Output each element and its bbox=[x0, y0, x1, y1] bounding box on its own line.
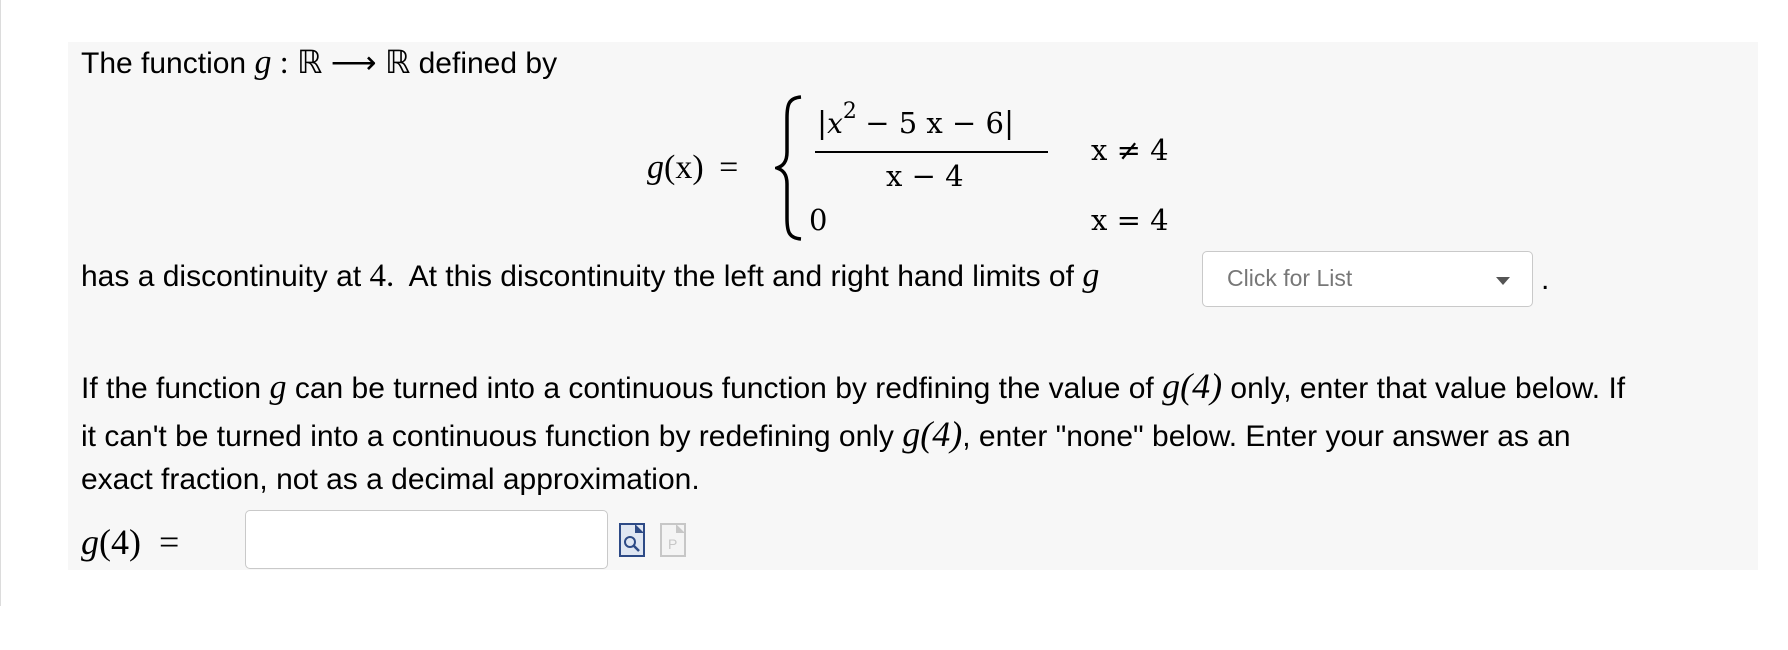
paste-icon[interactable]: P bbox=[660, 523, 686, 557]
intro-arrow: ⟶ bbox=[330, 44, 377, 80]
answer-label: g(4) = bbox=[81, 520, 179, 564]
chevron-down-icon bbox=[1496, 277, 1510, 285]
lhs-name: g bbox=[647, 149, 664, 186]
sentence-prefix: has a discontinuity at bbox=[81, 260, 362, 293]
denominator: x − 4 bbox=[886, 159, 964, 193]
limits-dropdown[interactable]: Click for List bbox=[1202, 251, 1533, 307]
fraction-bar bbox=[815, 151, 1048, 153]
numerator-abs-close: | bbox=[1003, 106, 1015, 141]
lhs-equals: = bbox=[719, 149, 739, 186]
intro-g: g bbox=[254, 44, 272, 81]
question-line-1: If the function g can be turned into a c… bbox=[81, 368, 1625, 407]
intro-colon: : bbox=[279, 44, 289, 80]
case2-value: 0 bbox=[809, 203, 828, 237]
answer-label-g: g bbox=[81, 522, 99, 562]
case2-condition: x = 4 bbox=[1091, 203, 1169, 237]
preview-icon[interactable] bbox=[619, 523, 645, 557]
intro-line: The function g : ℝ ⟶ ℝ defined by bbox=[81, 44, 557, 82]
sentence-g: g bbox=[1082, 257, 1100, 294]
intro-codomain: ℝ bbox=[384, 44, 411, 80]
numerator-exponent: 2 bbox=[842, 99, 857, 124]
intro-domain: ℝ bbox=[297, 44, 323, 80]
piecewise-lhs: g(x) = bbox=[647, 146, 738, 189]
case1-condition: x ≠ 4 bbox=[1091, 133, 1169, 167]
sentence-middle: At this discontinuity the left and right… bbox=[408, 260, 1074, 293]
question-line-3: exact fraction, not as a decimal approxi… bbox=[81, 463, 700, 496]
answer-label-arg: (4) bbox=[99, 522, 141, 562]
sentence-period: . bbox=[1541, 263, 1550, 296]
question-line1-a: If the function bbox=[81, 372, 262, 405]
numerator-x: x bbox=[827, 107, 843, 140]
lhs-arg: (x) bbox=[664, 149, 704, 186]
intro-prefix: The function bbox=[81, 47, 247, 80]
question-line2-a: it can't be turned into a continuous fun… bbox=[81, 420, 894, 453]
intro-suffix: defined by bbox=[418, 47, 558, 80]
numerator-abs-open: | bbox=[817, 106, 828, 141]
svg-text:P: P bbox=[668, 536, 677, 552]
question-line1-g: g bbox=[269, 369, 287, 406]
answer-label-equals: = bbox=[159, 522, 180, 562]
question-line2-b: , enter "none" below. Enter your answer … bbox=[962, 420, 1571, 453]
numerator: |x2 − 5 x − 6| bbox=[817, 96, 1014, 144]
discontinuity-sentence: has a discontinuity at 4. At this discon… bbox=[81, 258, 1099, 295]
question-line1-b: can be turned into a continuous function… bbox=[294, 372, 1154, 405]
question-line2-g4: g(4) bbox=[902, 414, 963, 454]
question-line1-g4: g(4) bbox=[1162, 366, 1223, 406]
numerator-rest: − 5 x − 6 bbox=[865, 106, 1004, 140]
sentence-point: 4. bbox=[369, 258, 395, 294]
question-line-2: it can't be turned into a continuous fun… bbox=[81, 416, 1571, 455]
dropdown-placeholder: Click for List bbox=[1227, 265, 1353, 291]
left-rule bbox=[0, 0, 1, 606]
question-line1-c: only, enter that value below. If bbox=[1230, 372, 1626, 405]
left-brace bbox=[775, 95, 802, 241]
answer-input[interactable] bbox=[245, 510, 608, 569]
